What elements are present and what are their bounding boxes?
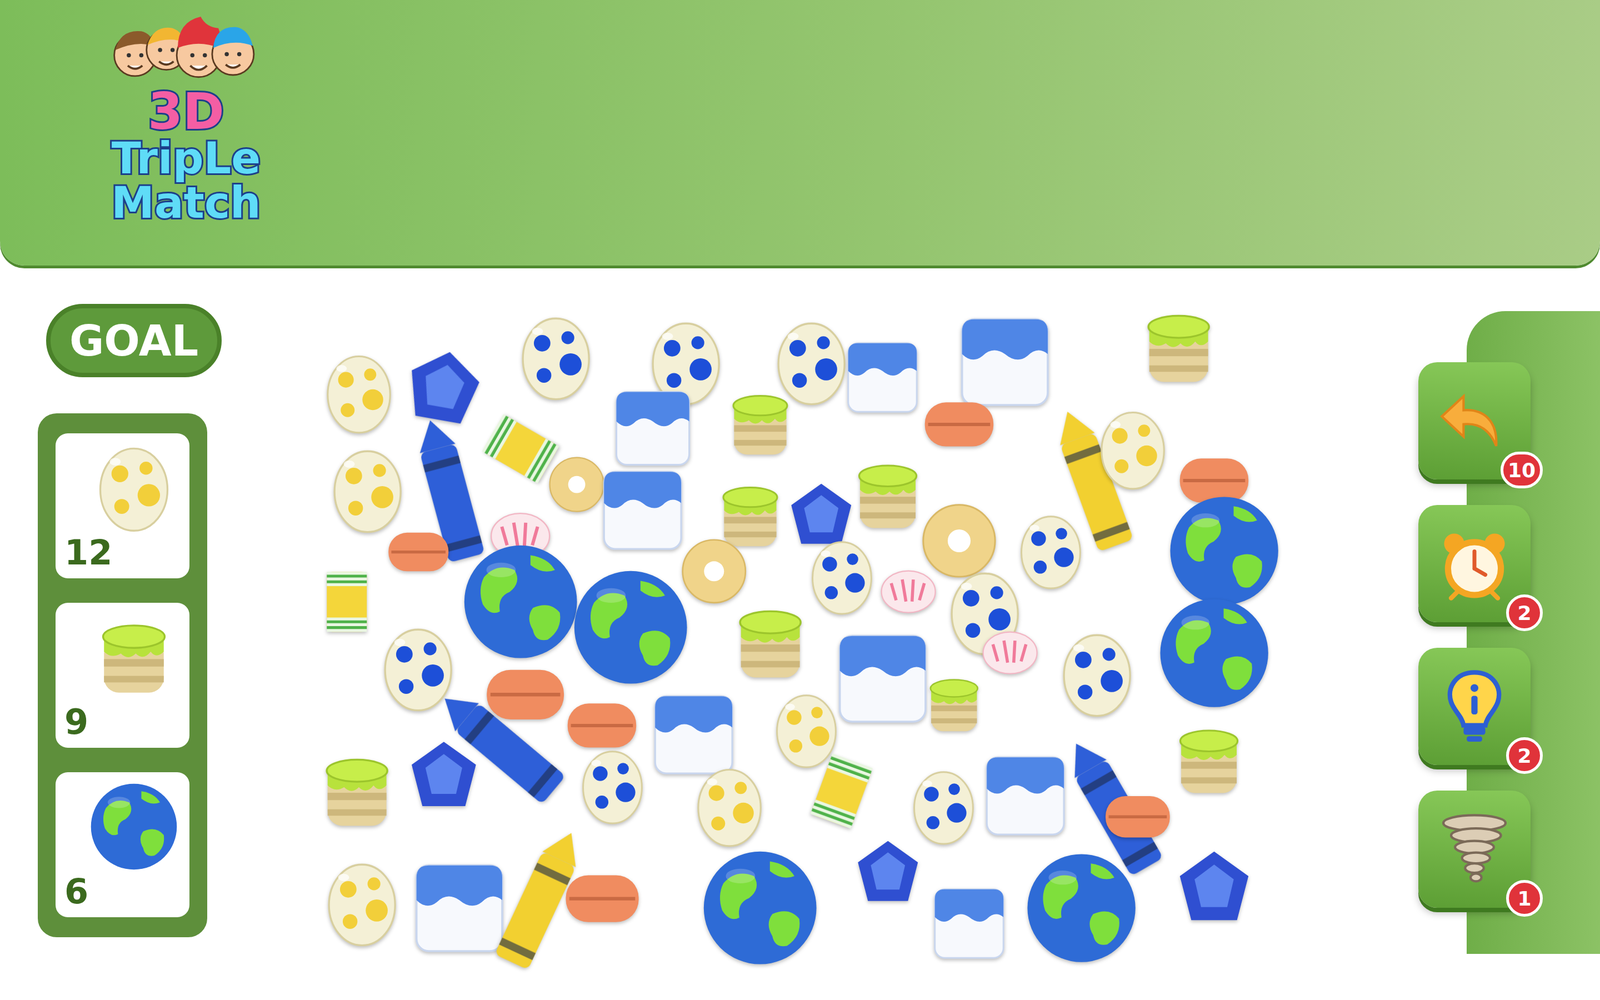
tile[interactable] [316,857,408,949]
goal-count: 9 [64,703,181,740]
game-screen: 3D TripLe Match GOAL 12 9 6 10 2 2 1 [0,0,1600,1000]
goal-card: 9 [55,602,190,748]
game-board [306,306,1291,985]
game-logo: 3D TripLe Match [77,13,295,225]
tile[interactable] [408,857,511,960]
goal-card: 6 [55,772,190,918]
tile[interactable] [1089,405,1177,493]
tornado-icon [1435,810,1514,889]
tile[interactable] [765,316,858,408]
count-badge: 1 [1506,880,1543,917]
tile[interactable] [698,846,822,969]
logo-title: Match [111,181,261,226]
tile[interactable] [1155,594,1273,712]
tile[interactable] [877,561,939,623]
goal-card: 12 [55,433,190,579]
tile[interactable] [724,596,817,689]
tile[interactable] [569,566,692,689]
logo-title: TripLe [111,136,261,182]
tile[interactable] [510,311,602,403]
kids-faces-icon [102,13,270,87]
count-badge: 2 [1506,737,1543,774]
jar-icon [87,610,181,704]
tile[interactable] [321,443,414,536]
tile[interactable] [785,479,858,552]
tile[interactable] [1165,716,1253,804]
goal-count: 12 [64,534,181,571]
tile[interactable] [979,750,1072,842]
tile[interactable] [686,762,773,850]
tile[interactable] [396,340,492,435]
goal-panel: 12 9 6 [37,413,208,938]
tile[interactable] [546,453,608,515]
undo-button[interactable]: 10 [1418,362,1531,480]
earth-icon [87,780,181,874]
tile[interactable] [928,882,1010,965]
logo-title: 3D [147,86,224,137]
tile[interactable] [571,745,654,827]
tile[interactable] [609,385,697,472]
tile[interactable] [1051,627,1143,720]
goal-column: GOAL 12 9 6 [37,303,220,938]
hint-icon [1435,667,1514,746]
clock-icon [1435,525,1514,603]
count-badge: 2 [1506,594,1543,632]
tile[interactable] [678,535,750,608]
tile[interactable] [918,500,1000,582]
tile[interactable] [596,464,689,557]
tools-panel: 10 2 2 1 [1466,311,1600,954]
tile[interactable] [918,382,1000,465]
tile[interactable] [844,451,932,539]
tile[interactable] [918,668,990,740]
tile[interactable] [831,627,934,730]
hint-button[interactable]: 2 [1418,647,1531,765]
tile[interactable] [382,515,455,588]
tile[interactable] [1022,849,1140,967]
tile[interactable] [1132,301,1225,393]
tile[interactable] [315,349,403,437]
tile[interactable] [1010,510,1092,592]
tile[interactable] [979,622,1041,684]
tile[interactable] [902,765,985,848]
tile[interactable] [1173,846,1255,929]
tile[interactable] [311,745,403,837]
tile[interactable] [719,382,802,465]
tile[interactable] [558,854,646,942]
clock-button[interactable]: 2 [1418,505,1531,623]
goal-label: GOAL [46,303,222,378]
tile[interactable] [405,737,483,814]
tile[interactable] [647,688,740,781]
tile[interactable] [801,535,883,618]
tornado-button[interactable]: 1 [1418,790,1531,908]
count-badge: 10 [1500,451,1543,489]
goal-count: 6 [64,873,181,910]
undo-icon [1435,382,1514,460]
tile[interactable] [852,836,924,909]
tile[interactable] [1099,777,1177,855]
tile[interactable] [459,540,582,663]
tile[interactable] [1165,492,1283,610]
yellow-egg-icon [87,441,181,535]
tile[interactable] [841,336,924,419]
tile[interactable] [311,566,383,638]
tile[interactable] [953,311,1057,414]
header-bar: 3D TripLe Match [0,0,1600,266]
